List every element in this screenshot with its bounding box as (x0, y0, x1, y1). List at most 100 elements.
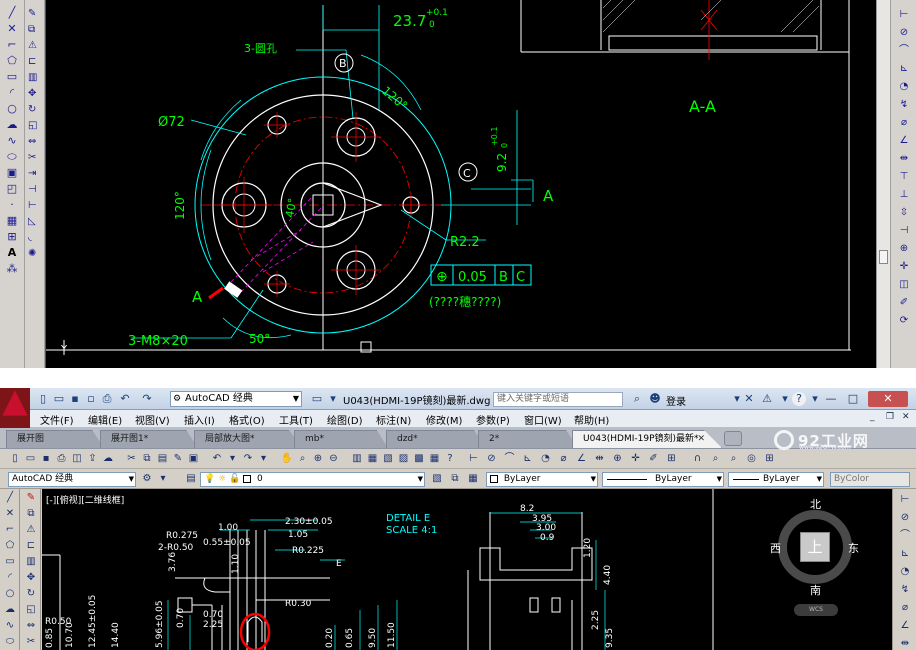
spline-tool-icon[interactable]: ∿ (4, 134, 20, 148)
mirror-tool-icon[interactable]: ⚠ (28, 40, 42, 51)
redo-icon[interactable]: ↷ (140, 392, 154, 406)
viewcube[interactable]: 上 北 南 西 东 WCS (770, 498, 860, 616)
dim-quick-icon[interactable]: ⇹ (593, 452, 607, 466)
exchange-icon[interactable]: ✕ (742, 392, 756, 406)
maximize-button[interactable]: □ (842, 391, 864, 407)
drawing-area[interactable]: [-][俯视][二维线框] R0.275 2-R0.50 1.00 0.55±0… (42, 489, 892, 650)
stay-connected-icon[interactable]: ⚠ (760, 392, 774, 406)
plot-preview-icon[interactable]: ◫ (70, 452, 84, 466)
layer-manager-icon[interactable]: ▤ (184, 472, 198, 486)
orbit-icon[interactable]: ◎ (745, 452, 759, 466)
viewcube-east[interactable]: 东 (848, 540, 859, 556)
circle-tool-icon[interactable]: ○ (4, 102, 20, 116)
design-center-icon[interactable]: ▦ (366, 452, 380, 466)
menu-item-1[interactable]: 编辑(E) (88, 412, 122, 427)
dim-jogged-icon[interactable]: ↯ (898, 583, 912, 597)
polygon-tool-icon[interactable]: ⬠ (4, 54, 20, 68)
new-tab-button[interactable] (724, 431, 742, 446)
document-tab-5[interactable]: 2* (478, 430, 578, 448)
dim-style-icon[interactable]: ⊞ (665, 452, 679, 466)
color-combo[interactable]: ByLayer ▼ (486, 472, 598, 487)
polyline-tool-icon[interactable]: ⌐ (4, 38, 20, 52)
zoom-window-icon[interactable]: ⊕ (311, 452, 325, 466)
viewcube-top-face[interactable]: 上 (800, 532, 830, 562)
copy-tool-icon[interactable]: ⧉ (28, 24, 42, 35)
revision-cloud-icon[interactable]: ☁ (3, 603, 17, 617)
ellipse-tool-icon[interactable]: ⬭ (4, 150, 20, 164)
dim-continue-icon[interactable]: ⊥ (896, 188, 912, 202)
hatch-tool-icon[interactable]: ▦ (4, 214, 20, 228)
point-tool-icon[interactable]: · (4, 198, 20, 212)
redo-list-icon[interactable]: ▾ (257, 452, 271, 466)
menu-item-5[interactable]: 工具(T) (279, 412, 313, 427)
workspace-toggle-icon[interactable]: ▾ (156, 472, 170, 486)
move-tool-icon[interactable]: ✥ (28, 88, 42, 99)
dim-arc-icon[interactable]: ⌒ (896, 44, 912, 58)
make-block-icon[interactable]: ◰ (4, 182, 20, 196)
help-icon[interactable]: ? (792, 392, 806, 406)
help-icon[interactable]: ? (443, 452, 457, 466)
mdi-close-button[interactable]: ✕ (902, 412, 910, 422)
close-button[interactable]: ✕ (868, 391, 908, 407)
magnet-icon[interactable]: ∩ (691, 452, 705, 466)
dim-aligned-icon[interactable]: ⊘ (485, 452, 499, 466)
zoom-previous-icon[interactable]: ⊖ (327, 452, 341, 466)
document-tab-2[interactable]: 局部放大图* (194, 430, 302, 448)
new-file-icon[interactable]: ▯ (36, 392, 50, 406)
menu-item-3[interactable]: 插入(I) (184, 412, 215, 427)
dim-angular-icon[interactable]: ∠ (898, 619, 912, 633)
arc-tool-icon[interactable]: ◜ (3, 571, 17, 585)
dim-diameter-icon[interactable]: ⌀ (898, 601, 912, 615)
open-file-icon[interactable]: ▭ (52, 392, 66, 406)
rotate-tool-icon[interactable]: ↻ (24, 587, 38, 601)
print-icon[interactable]: ⎙ (100, 392, 114, 406)
layer-combo[interactable]: 💡 ☼ 🔓 0 ▼ (200, 472, 425, 487)
tab-close-icon[interactable]: ✕ (697, 431, 705, 448)
menu-item-2[interactable]: 视图(V) (135, 412, 170, 427)
binoculars-icon[interactable]: ⌕ (630, 392, 644, 406)
plotstyle-combo[interactable]: ByColor (830, 472, 910, 487)
erase-tool-icon[interactable]: ✎ (24, 491, 38, 505)
menu-item-9[interactable]: 参数(P) (476, 412, 510, 427)
document-tab-3[interactable]: mb* (294, 430, 388, 448)
array-tool-icon[interactable]: ▥ (28, 72, 42, 83)
dim-angular-icon[interactable]: ∠ (896, 134, 912, 148)
dim-baseline-icon[interactable]: ⊤ (896, 170, 912, 184)
table-tool-icon[interactable]: ⊞ (4, 230, 20, 244)
paste-icon[interactable]: ▤ (156, 452, 170, 466)
viewcube-wcs-menu[interactable]: WCS (794, 604, 838, 616)
array-tool-icon[interactable]: ▥ (24, 555, 38, 569)
text-tool-icon[interactable]: A (4, 246, 20, 260)
quick-access-more-icon[interactable]: ▾ (326, 392, 340, 406)
dim-diameter-icon[interactable]: ⌀ (557, 452, 571, 466)
trim-tool-icon[interactable]: ✂ (24, 635, 38, 649)
ellipse-tool-icon[interactable]: ⬭ (3, 635, 17, 649)
menu-item-4[interactable]: 格式(O) (229, 412, 265, 427)
dim-update-icon[interactable]: ⟳ (896, 314, 912, 328)
dim-inspect-icon[interactable]: ◫ (896, 278, 912, 292)
copy-tool-icon[interactable]: ⧉ (24, 507, 38, 521)
search-input[interactable]: 键入关键字或短语 (493, 392, 623, 407)
save-icon[interactable]: ▪ (39, 452, 53, 466)
document-tab-4[interactable]: dzd* (386, 430, 486, 448)
document-tab-6[interactable]: U043(HDMI-19P镜刻)最新* ✕ (572, 430, 722, 448)
chamfer-tool-icon[interactable]: ◺ (28, 216, 42, 227)
tolerance-icon[interactable]: ⊕ (896, 242, 912, 256)
top-scrollbar-thumb[interactable] (879, 250, 888, 264)
center-mark-icon[interactable]: ✛ (629, 452, 643, 466)
dim-edit-icon[interactable]: ✐ (647, 452, 661, 466)
dim-aligned-icon[interactable]: ⊘ (898, 511, 912, 525)
zoom-out-icon[interactable]: ⌕ (727, 452, 741, 466)
block-editor-icon[interactable]: ▣ (187, 452, 201, 466)
rectangle-tool-icon[interactable]: ▭ (4, 70, 20, 84)
rectangle-tool-icon[interactable]: ▭ (3, 555, 17, 569)
zoom-realtime-icon[interactable]: ⌕ (296, 452, 310, 466)
linetype-combo[interactable]: ByLayer ▼ (602, 472, 724, 487)
circle-tool-icon[interactable]: ○ (3, 587, 17, 601)
pan-icon[interactable]: ✋ (280, 452, 294, 466)
document-tab-0[interactable]: 展开图 (6, 430, 104, 448)
match-properties-icon[interactable]: ✎ (171, 452, 185, 466)
help-dropdown-icon[interactable]: ▾ (778, 392, 792, 406)
workspace-combo[interactable]: AutoCAD 经典 ▼ (8, 472, 136, 487)
add-selected-icon[interactable]: ⁂ (4, 262, 20, 276)
